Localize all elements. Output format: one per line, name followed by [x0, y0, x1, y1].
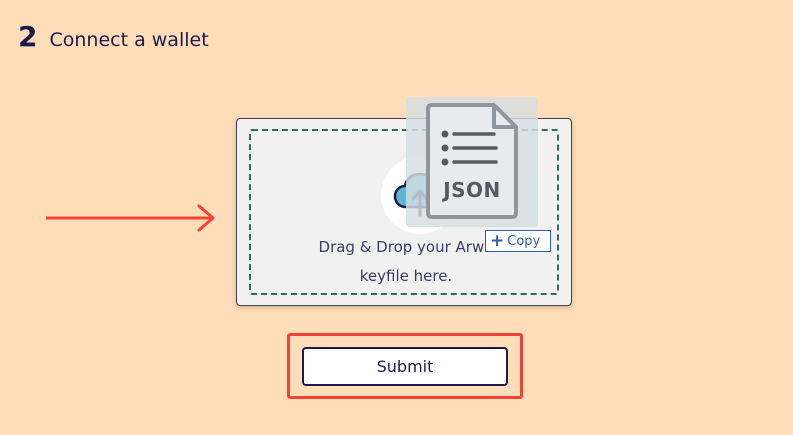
dragged-file-ghost: JSON	[406, 97, 538, 227]
step-header: 2 Connect a wallet	[18, 20, 209, 53]
step-title: Connect a wallet	[49, 29, 209, 51]
copy-badge-label: Copy	[507, 233, 541, 249]
submit-button[interactable]: Submit	[302, 347, 508, 386]
json-file-icon	[426, 103, 518, 219]
annotation-arrow-icon	[46, 204, 215, 232]
copy-drop-badge: + Copy	[485, 230, 551, 252]
json-file-label: JSON	[443, 178, 501, 202]
dropzone-text-line2: keyfile here.	[359, 267, 453, 285]
plus-icon: +	[490, 230, 505, 251]
step-number: 2	[18, 20, 38, 53]
